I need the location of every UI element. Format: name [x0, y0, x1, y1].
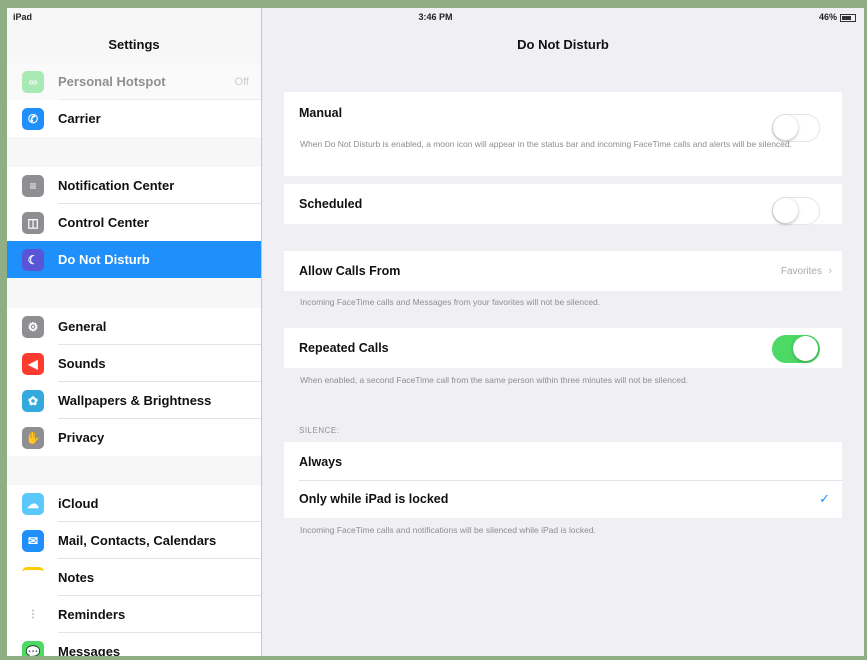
- allow-calls-description: Incoming FaceTime calls and Messages fro…: [300, 297, 601, 307]
- battery-status: 46%: [819, 12, 856, 22]
- battery-percent: 46%: [818, 12, 837, 22]
- reminders-icon: ⋮: [22, 603, 44, 626]
- sidebar-item-label: Do Not Disturb: [58, 252, 150, 267]
- hotspot-icon: ∞: [22, 70, 44, 93]
- sidebar-item-label: Notes: [58, 570, 95, 585]
- sidebar-item-sounds[interactable]: ◀ Sounds: [7, 345, 261, 382]
- speaker-icon: ◀: [22, 352, 44, 375]
- sidebar-item-reminders[interactable]: ⋮ Reminders: [7, 596, 261, 633]
- manual-description: When Do Not Disturb is enabled, a moon i…: [300, 139, 792, 149]
- allow-calls-row[interactable]: Allow Calls From Favorites ›: [284, 252, 842, 290]
- allow-calls-value: Favorites: [780, 265, 822, 277]
- phone-icon: ✆: [22, 107, 44, 130]
- sidebar-item-icloud[interactable]: ☁ iCloud: [7, 485, 261, 522]
- gear-icon: ⚙: [22, 315, 44, 338]
- sidebar-item-label: Notification Center: [58, 178, 175, 193]
- detail-pane: Do Not Disturb Manual When Do Not Distur…: [262, 8, 864, 656]
- sidebar-item-wallpapers-brightness[interactable]: ✿ Wallpapers & Brightness: [7, 382, 261, 419]
- scheduled-row: Scheduled: [284, 185, 842, 225]
- sidebar-item-label: Sounds: [58, 356, 106, 371]
- moon-icon: ☾: [22, 248, 44, 271]
- toggle-knob: [773, 115, 798, 140]
- repeated-calls-toggle[interactable]: [772, 335, 820, 363]
- sidebar-title: Settings: [108, 37, 160, 52]
- sidebar-item-mail-contacts-calendars[interactable]: ✉ Mail, Contacts, Calendars: [7, 522, 261, 559]
- repeated-calls-description: When enabled, a second FaceTime call fro…: [300, 375, 689, 385]
- checkmark-icon: ✓: [819, 491, 830, 506]
- sidebar-item-label: Mail, Contacts, Calendars: [58, 533, 217, 548]
- sidebar-item-label: Carrier: [58, 111, 101, 126]
- status-bar: iPad 3:46 PM 46%: [7, 8, 864, 28]
- sidebar-item-personal-hotspot[interactable]: ∞ Personal Hotspot Off: [7, 63, 261, 100]
- hand-icon: ✋: [22, 426, 44, 449]
- scheduled-label: Scheduled: [299, 197, 363, 211]
- sidebar-item-control-center[interactable]: ◫ Control Center: [7, 204, 261, 241]
- silence-option-label: Only while iPad is locked: [299, 492, 449, 506]
- cloud-icon: ☁: [22, 492, 44, 515]
- sidebar-item-label: General: [58, 319, 107, 334]
- status-time: 3:46 PM: [418, 12, 453, 22]
- settings-sidebar: Settings ∞ Personal Hotspot Off ✆ Carrie…: [7, 8, 262, 656]
- manual-row: Manual: [284, 94, 842, 142]
- manual-label: Manual: [299, 106, 343, 120]
- sidebar-item-general[interactable]: ⚙ General: [7, 308, 261, 345]
- sidebar-item-privacy[interactable]: ✋ Privacy: [7, 419, 261, 456]
- silence-option-label: Always: [299, 455, 343, 469]
- flower-icon: ✿: [22, 389, 44, 412]
- chevron-right-icon: ›: [828, 265, 832, 277]
- messages-icon: 💬: [22, 640, 44, 656]
- sidebar-item-label: Personal Hotspot: [58, 74, 166, 89]
- scheduled-toggle[interactable]: [772, 197, 820, 225]
- toggle-knob: [773, 198, 798, 223]
- repeated-calls-row: Repeated Calls: [284, 329, 842, 367]
- sidebar-item-notification-center[interactable]: ≡ Notification Center: [7, 167, 261, 204]
- hotspot-status: Off: [234, 75, 249, 88]
- sidebar-item-carrier[interactable]: ✆ Carrier: [7, 100, 261, 137]
- battery-icon: [840, 13, 856, 22]
- sidebar-item-do-not-disturb[interactable]: ☾ Do Not Disturb: [7, 241, 261, 278]
- ipad-screen: Settings ∞ Personal Hotspot Off ✆ Carrie…: [7, 8, 864, 656]
- silence-option-always[interactable]: Always: [284, 443, 842, 481]
- allow-calls-label: Allow Calls From: [299, 264, 401, 278]
- sidebar-item-label: Control Center: [58, 215, 149, 230]
- sidebar-item-notes[interactable]: Notes: [7, 559, 261, 596]
- silence-description: Incoming FaceTime calls and notification…: [300, 525, 596, 535]
- mail-icon: ✉: [22, 529, 44, 552]
- sidebar-item-label: Messages: [58, 644, 121, 656]
- page-title: Do Not Disturb: [517, 37, 609, 52]
- notes-icon: [22, 566, 44, 589]
- control-center-icon: ◫: [22, 211, 44, 234]
- silence-section-header: SILENCE:: [299, 426, 340, 435]
- toggle-knob: [793, 336, 818, 361]
- repeated-calls-label: Repeated Calls: [299, 341, 389, 355]
- sidebar-item-label: Privacy: [58, 430, 105, 445]
- silence-option-only-while-locked[interactable]: Only while iPad is locked ✓: [284, 480, 842, 518]
- notification-center-icon: ≡: [22, 174, 44, 197]
- sidebar-item-label: iCloud: [58, 496, 99, 511]
- sidebar-item-label: Reminders: [58, 607, 126, 622]
- sidebar-item-label: Wallpapers & Brightness: [58, 393, 212, 408]
- sidebar-item-messages[interactable]: 💬 Messages: [7, 633, 261, 656]
